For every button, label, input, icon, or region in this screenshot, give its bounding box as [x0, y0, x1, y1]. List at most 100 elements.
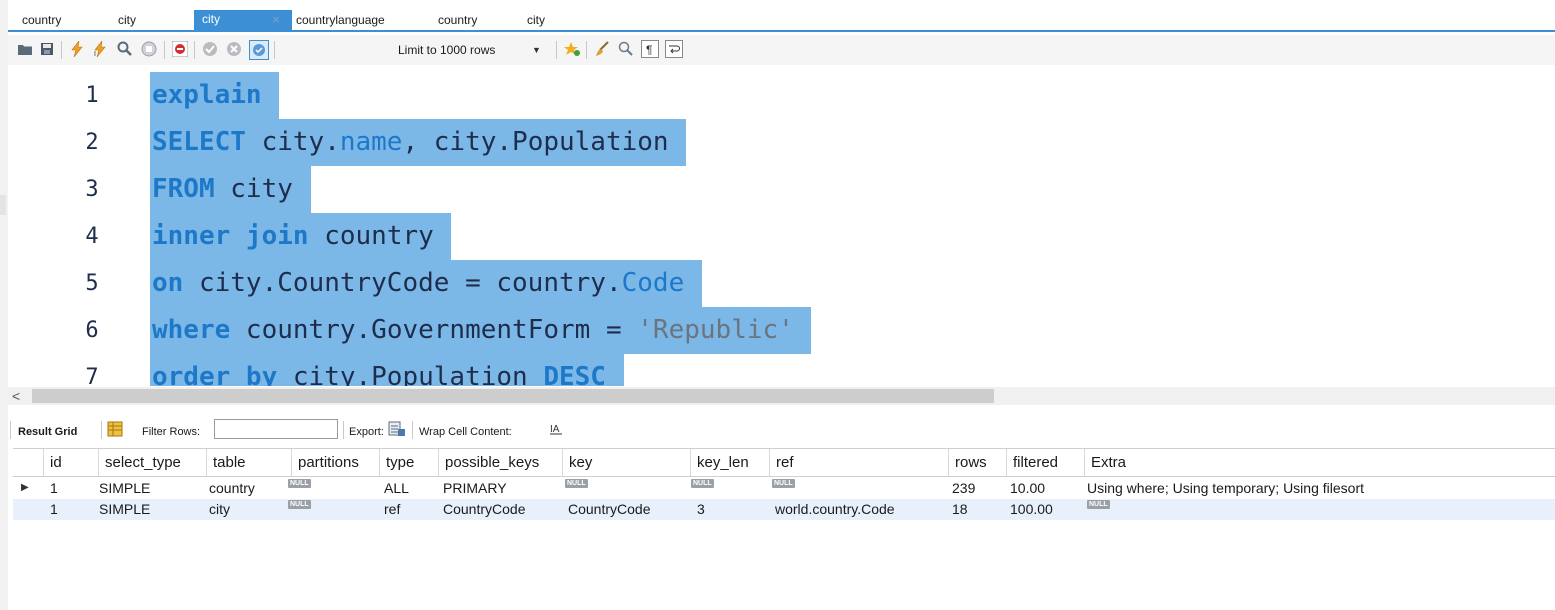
column-header[interactable]: key [563, 449, 691, 476]
code-line[interactable]: on city.CountryCode = country.Code [150, 260, 702, 307]
tab-country-1[interactable]: country [22, 11, 61, 29]
panel-grip[interactable] [0, 195, 6, 215]
cell-ref[interactable]: world.country.Code [775, 499, 895, 520]
cell-filtered[interactable]: 100.00 [1010, 499, 1053, 520]
toolbar-separator [101, 421, 102, 439]
scroll-left-icon[interactable]: < [12, 387, 20, 405]
code-line[interactable]: explain [150, 72, 280, 119]
clear-brush-icon[interactable] [593, 40, 611, 58]
execute-icon[interactable] [68, 40, 86, 58]
cell-rows[interactable]: 239 [952, 478, 975, 499]
filter-rows-input[interactable] [214, 419, 338, 439]
stop-icon[interactable] [140, 40, 158, 58]
code-line[interactable]: SELECT city.name, city.Population [150, 119, 687, 166]
line-number: 6 [85, 318, 99, 343]
explain-icon[interactable] [116, 40, 134, 58]
cell-id[interactable]: 1 [50, 478, 58, 499]
column-header[interactable]: possible_keys [439, 449, 563, 476]
tab-city-2[interactable]: city [527, 11, 545, 29]
code-token: 'Republic' [637, 315, 794, 345]
cell-id[interactable]: 1 [50, 499, 58, 520]
null-badge: NULL [772, 479, 795, 488]
toolbar-separator [194, 41, 195, 59]
cell-rows[interactable]: 18 [952, 499, 968, 520]
cell-partitions[interactable]: NULL [288, 478, 311, 499]
code-token: , city.Population [402, 127, 685, 157]
cell-filtered[interactable]: 10.00 [1010, 478, 1045, 499]
code-token: DESC [543, 362, 606, 386]
editor-line: 6 where country.GovernmentForm = 'Republ… [8, 307, 1555, 354]
tab-countrylanguage[interactable]: countrylanguage [296, 11, 385, 29]
open-folder-icon[interactable] [16, 40, 34, 58]
toolbar-separator [10, 421, 11, 439]
cell-possible-keys[interactable]: PRIMARY [443, 478, 507, 499]
column-header[interactable]: table [207, 449, 292, 476]
editor-line: 2 SELECT city.name, city.Population [8, 119, 1555, 166]
table-row[interactable]: 1 SIMPLE city NULL ref CountryCode Count… [13, 499, 1555, 520]
column-header[interactable]: filtered [1007, 449, 1085, 476]
cell-table[interactable]: city [209, 499, 230, 520]
cell-key-len[interactable]: 3 [697, 499, 705, 520]
find-icon[interactable] [617, 40, 635, 58]
row-limit-select[interactable]: Limit to 1000 rows ▼ [398, 40, 562, 60]
wrap-icon[interactable] [665, 40, 683, 58]
cell-select-type[interactable]: SIMPLE [99, 478, 150, 499]
editor-line: 5 on city.CountryCode = country.Code [8, 260, 1555, 307]
scrollbar-thumb[interactable] [32, 389, 994, 403]
grid-view-icon[interactable] [107, 421, 123, 442]
cell-select-type[interactable]: SIMPLE [99, 499, 150, 520]
column-header[interactable]: ref [770, 449, 949, 476]
tab-label: country [438, 13, 478, 27]
rollback-icon[interactable] [225, 40, 243, 58]
table-row[interactable]: ▶ 1 SIMPLE country NULL ALL PRIMARY NULL… [13, 478, 1555, 499]
export-icon[interactable] [388, 421, 406, 442]
column-header[interactable]: key_len [691, 449, 770, 476]
invisible-chars-icon[interactable]: ¶ [641, 40, 659, 58]
cell-extra[interactable]: Using where; Using temporary; Using file… [1087, 478, 1364, 499]
row-limit-label: Limit to 1000 rows [398, 43, 496, 57]
result-grid-tab[interactable]: Result Grid [18, 424, 77, 440]
cell-type[interactable]: ref [384, 499, 400, 520]
column-header[interactable]: Extra [1085, 449, 1555, 476]
execute-current-icon[interactable]: I [92, 40, 110, 58]
code-line[interactable]: where country.GovernmentForm = 'Republic… [150, 307, 812, 354]
sql-editor[interactable]: 1 explain 2 SELECT city.name, city.Popul… [8, 66, 1555, 386]
wrap-cell-icon[interactable]: IA [549, 422, 563, 441]
cell-ref[interactable]: NULL [772, 478, 795, 499]
cell-partitions[interactable]: NULL [288, 499, 311, 520]
beautify-star-icon[interactable] [563, 40, 581, 58]
column-header[interactable]: rows [949, 449, 1007, 476]
tab-label: city [202, 12, 220, 26]
toggle-error-icon[interactable] [171, 40, 189, 58]
cell-key[interactable]: CountryCode [568, 499, 651, 520]
editor-horizontal-scrollbar[interactable]: < [8, 387, 1555, 405]
close-tab-icon[interactable]: × [266, 10, 286, 29]
code-token: country [308, 221, 450, 251]
cell-possible-keys[interactable]: CountryCode [443, 499, 526, 520]
tab-city-active[interactable]: city × [194, 10, 292, 32]
cell-type[interactable]: ALL [384, 478, 409, 499]
column-header[interactable]: select_type [99, 449, 207, 476]
code-line[interactable]: FROM city [150, 166, 311, 213]
column-header[interactable]: id [44, 449, 99, 476]
line-number: 2 [85, 130, 99, 155]
code-token: city.Population [277, 362, 544, 386]
tab-country-2[interactable]: country [438, 11, 477, 29]
editor-line: 3 FROM city [8, 166, 1555, 213]
save-icon[interactable] [38, 40, 56, 58]
svg-text:IA: IA [550, 424, 560, 435]
column-header[interactable]: partitions [292, 449, 380, 476]
cell-table[interactable]: country [209, 478, 255, 499]
code-line[interactable]: inner join country [150, 213, 452, 260]
autocommit-icon[interactable] [249, 40, 269, 60]
commit-icon[interactable] [201, 40, 219, 58]
column-header[interactable]: type [380, 449, 439, 476]
cell-key-len[interactable]: NULL [691, 478, 714, 499]
null-badge: NULL [288, 479, 311, 488]
code-line[interactable]: order by city.Population DESC [150, 354, 624, 386]
cell-key[interactable]: NULL [565, 478, 588, 499]
tab-city-1[interactable]: city [118, 11, 136, 29]
cell-extra[interactable]: NULL [1087, 499, 1110, 520]
